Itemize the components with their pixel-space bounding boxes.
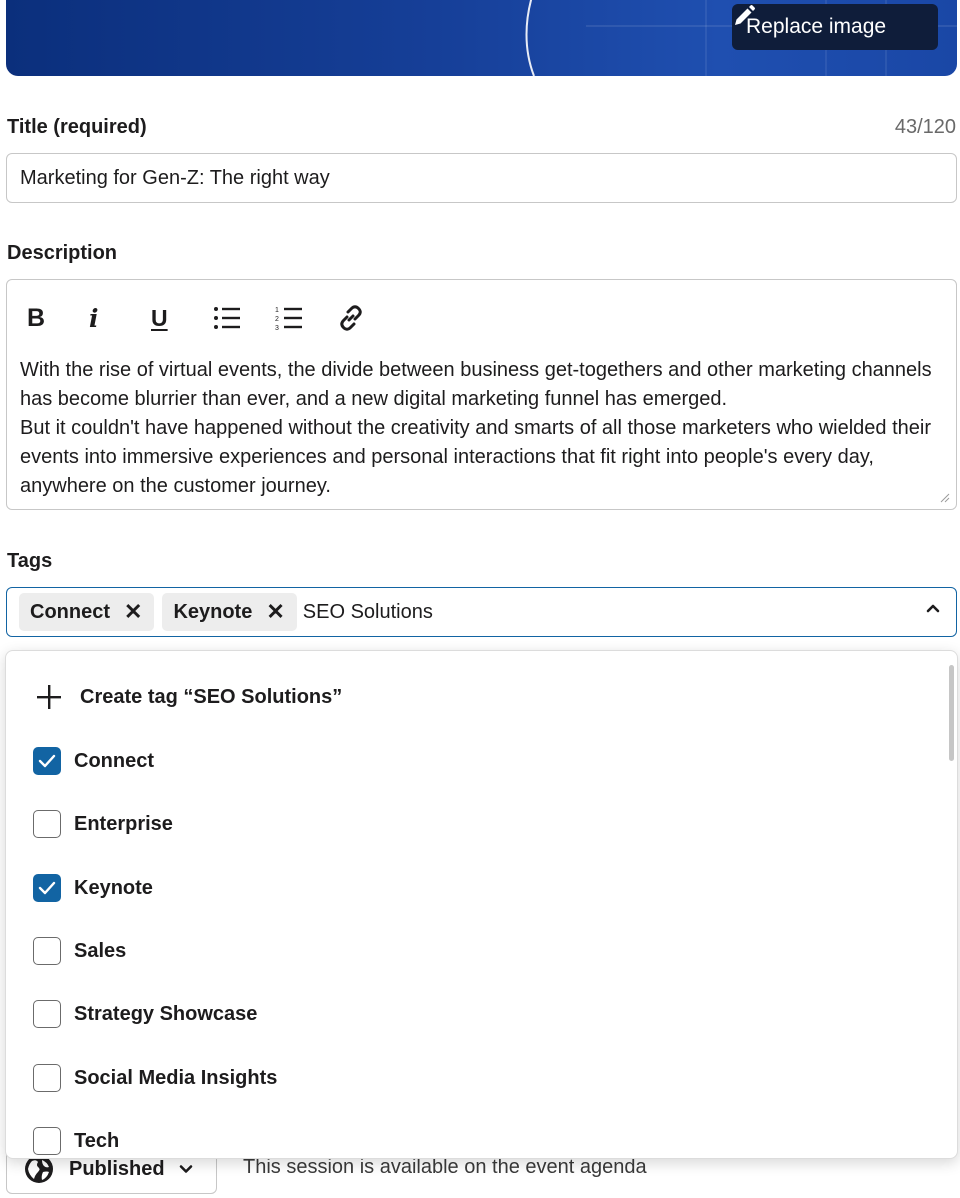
checkbox-checked[interactable]: [33, 874, 61, 902]
checkmark-icon: [38, 881, 56, 895]
tag-option-label: Connect: [74, 749, 154, 772]
tag-option-sales[interactable]: Sales: [33, 937, 126, 965]
numbered-list-button[interactable]: 1 2 3: [275, 302, 337, 334]
tags-dropdown: Create tag “SEO Solutions” Connect Enterp…: [5, 650, 958, 1159]
create-tag-option[interactable]: Create tag “SEO Solutions”: [36, 684, 342, 710]
tag-chip-label: Keynote: [173, 600, 253, 623]
cover-image: Replace image: [6, 0, 957, 76]
tag-option-tech[interactable]: Tech: [33, 1127, 119, 1155]
italic-button[interactable]: i: [89, 302, 151, 334]
tag-option-label: Sales: [74, 939, 127, 962]
checkbox[interactable]: [33, 1000, 61, 1028]
create-tag-label: Create tag “SEO Solutions”: [80, 685, 343, 708]
link-button[interactable]: [337, 302, 399, 334]
checkbox[interactable]: [33, 810, 61, 838]
checkmark-icon: [38, 754, 56, 768]
title-label: Title (required): [7, 116, 147, 138]
checkbox-checked[interactable]: [33, 747, 61, 775]
dropdown-scrollbar[interactable]: [949, 665, 954, 761]
underline-icon: U: [151, 304, 168, 331]
tag-option-label: Enterprise: [74, 812, 173, 835]
tag-search-text[interactable]: SEO Solutions: [303, 601, 433, 624]
bulleted-list-icon: [214, 307, 240, 329]
status-value: Published: [69, 1157, 165, 1180]
bold-button[interactable]: B: [27, 302, 89, 334]
tag-option-label: Strategy Showcase: [74, 1002, 258, 1025]
italic-icon: i: [89, 303, 99, 333]
underline-button[interactable]: U: [151, 302, 213, 334]
checkbox[interactable]: [33, 1064, 61, 1092]
tag-option-keynote[interactable]: Keynote: [33, 874, 153, 902]
tags-input[interactable]: Connect ✕ Keynote ✕ SEO Solutions: [6, 587, 957, 637]
description-editor[interactable]: B i U 1 2 3 With the rise of virtual eve…: [6, 279, 957, 510]
numbered-list-icon: 1 2 3: [275, 307, 302, 331]
tag-option-connect[interactable]: Connect: [33, 747, 154, 775]
tags-label: Tags: [7, 550, 53, 572]
tag-option-strategy-showcase[interactable]: Strategy Showcase: [33, 1000, 257, 1028]
status-description: This session is available on the event a…: [243, 1156, 647, 1178]
tag-option-label: Social Media Insights: [74, 1066, 278, 1089]
tag-option-label: Tech: [74, 1129, 120, 1152]
link-icon: [340, 305, 362, 331]
svg-text:1: 1: [275, 307, 279, 314]
tag-chip-connect: Connect ✕: [19, 593, 155, 631]
description-paragraph: With the rise of virtual events, the div…: [20, 359, 932, 410]
pencil-icon: [735, 5, 755, 25]
tag-option-enterprise[interactable]: Enterprise: [33, 810, 173, 838]
replace-image-button[interactable]: Replace image: [732, 4, 938, 50]
svg-text:3: 3: [275, 325, 279, 331]
tag-chip-label: Connect: [30, 600, 110, 623]
character-counter: 43/120: [894, 116, 956, 138]
description-text[interactable]: With the rise of virtual events, the div…: [20, 356, 945, 501]
remove-tag-icon[interactable]: ✕: [124, 601, 142, 623]
chevron-down-icon: [179, 1165, 192, 1173]
description-label: Description: [7, 242, 118, 264]
resize-handle-icon[interactable]: [938, 491, 950, 503]
remove-tag-icon[interactable]: ✕: [266, 601, 284, 623]
formatting-toolbar: B i U 1 2 3: [27, 302, 399, 334]
tag-option-label: Keynote: [74, 876, 153, 899]
description-paragraph: But it couldn't have happened without th…: [20, 417, 931, 497]
plus-icon: [37, 685, 61, 709]
tag-chip-keynote: Keynote ✕: [162, 593, 297, 631]
tag-option-social-media-insights[interactable]: Social Media Insights: [33, 1064, 277, 1092]
title-input[interactable]: [6, 153, 957, 203]
svg-text:2: 2: [275, 316, 279, 323]
replace-image-label: Replace image: [746, 15, 887, 38]
chevron-up-icon[interactable]: [926, 603, 940, 613]
bold-icon: B: [27, 303, 46, 332]
bulleted-list-button[interactable]: [213, 302, 275, 334]
checkbox[interactable]: [33, 1127, 61, 1155]
checkbox[interactable]: [33, 937, 61, 965]
